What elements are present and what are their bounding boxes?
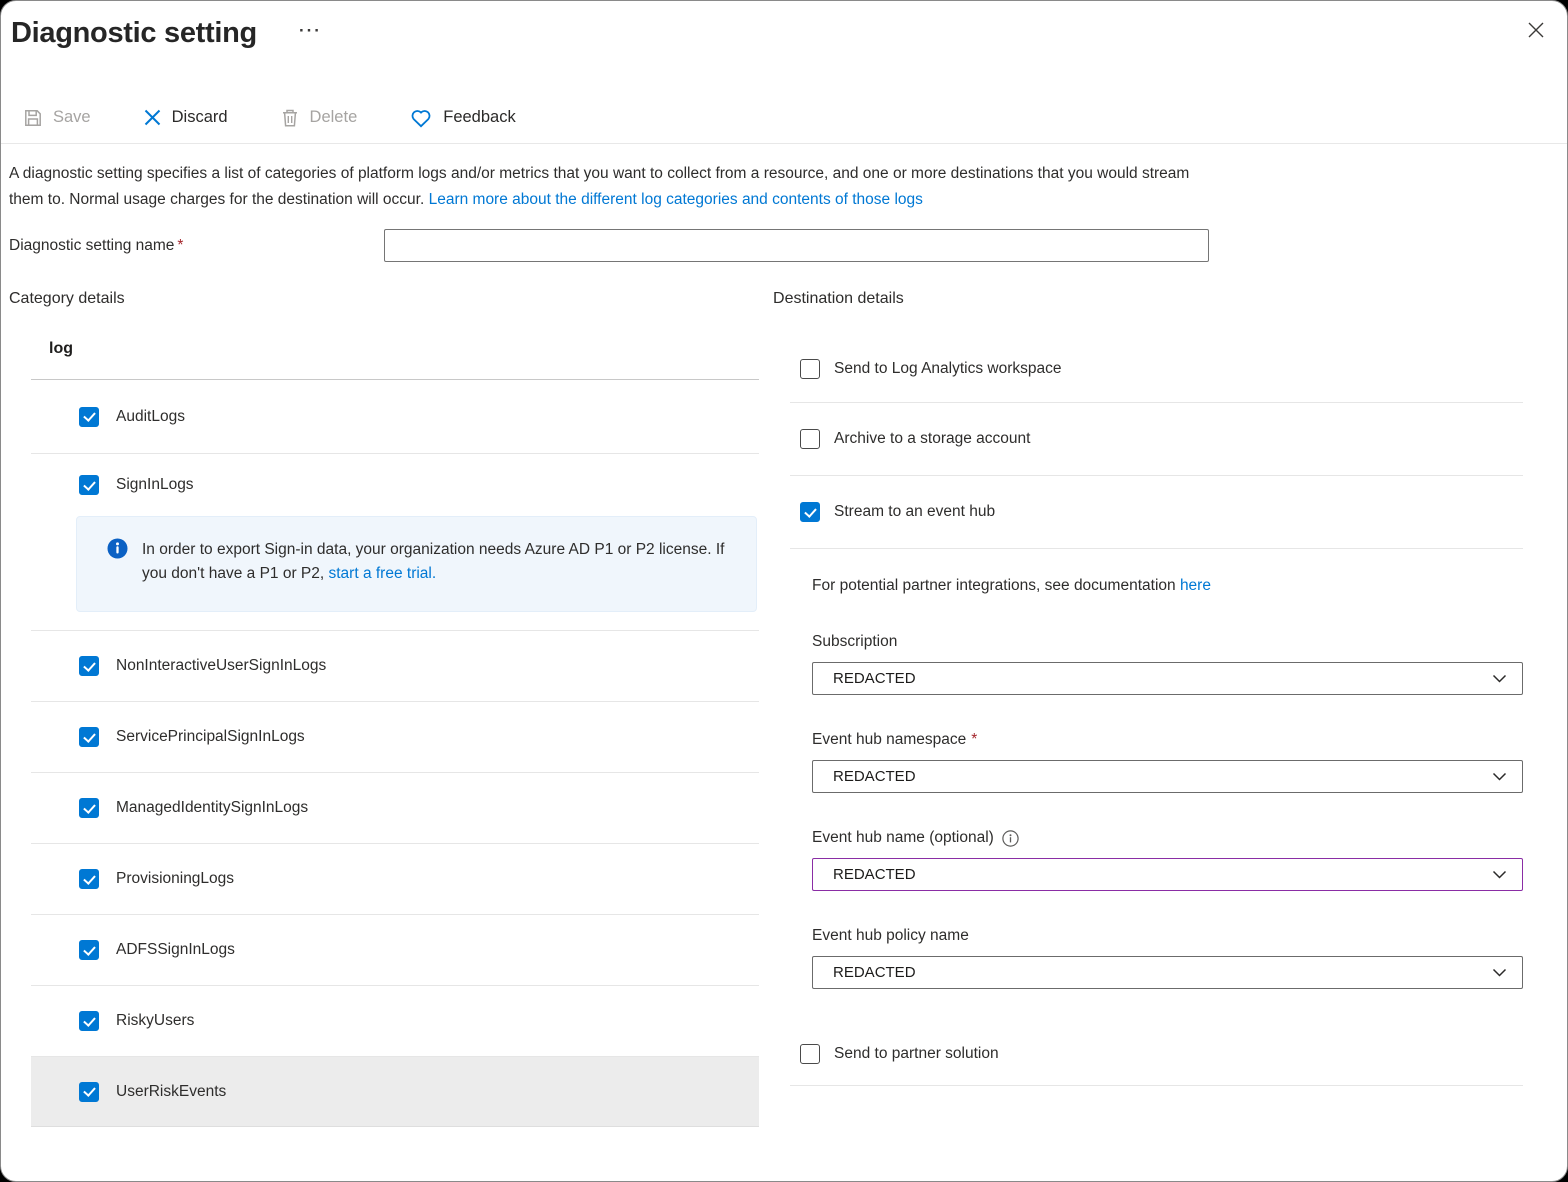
category-row-adfs[interactable]: ADFSSignInLogs [31,915,759,986]
category-row-managedidentity[interactable]: ManagedIdentitySignInLogs [31,773,759,844]
feedback-button[interactable]: Feedback [409,107,515,129]
intro-text: A diagnostic setting specifies a list of… [9,161,1204,213]
event-hub-policy-label: Event hub policy name [812,925,1523,947]
category-row-provisioning[interactable]: ProvisioningLogs [31,844,759,915]
managedidentitysigninlogs-checkbox[interactable] [79,798,99,818]
heart-icon [409,107,433,129]
serviceprincipalsigninlogs-checkbox[interactable] [79,727,99,747]
chevron-down-icon [1491,768,1508,785]
discard-icon [143,108,162,127]
save-label: Save [53,108,91,127]
required-asterisk: * [177,237,183,254]
delete-label: Delete [310,108,358,127]
destination-row-event-hub[interactable]: Stream to an event hub [790,476,1523,549]
partner-integrations-text: For potential partner integrations, see … [812,575,1523,597]
free-trial-link[interactable]: start a free trial. [329,565,437,582]
subscription-dropdown[interactable]: REDACTED [812,662,1523,695]
riskyusers-checkbox[interactable] [79,1011,99,1031]
destination-label: Archive to a storage account [834,430,1030,448]
name-field-row: Diagnostic setting name* [9,229,1567,262]
log-category-table: log AuditLogs SignInLogs In order to exp… [31,340,759,1127]
more-options-button[interactable]: ··· [299,21,322,41]
diagnostic-setting-blade: Diagnostic setting ··· Save Discard Dele… [0,0,1568,1182]
learn-more-link[interactable]: Learn more about the different log categ… [429,191,923,208]
category-row-userriskevents[interactable]: UserRiskEvents [31,1057,759,1127]
category-label: NonInteractiveUserSignInLogs [116,657,326,675]
category-row-serviceprincipal[interactable]: ServicePrincipalSignInLogs [31,702,759,773]
destination-label: Send to partner solution [834,1045,999,1063]
partner-solution-checkbox[interactable] [800,1044,820,1064]
event-hub-policy-dropdown[interactable]: REDACTED [812,956,1523,989]
chevron-down-icon [1491,866,1508,883]
category-label: ProvisioningLogs [116,870,234,888]
discard-label: Discard [172,108,228,127]
signin-export-info-banner: In order to export Sign-in data, your or… [76,516,757,612]
event-hub-name-value: REDACTED [833,866,916,883]
category-row-signinlogs[interactable]: SignInLogs [31,454,759,516]
info-outline-icon[interactable] [1002,830,1019,847]
event-hub-name-label: Event hub name (optional) [812,827,1523,849]
userriskevents-checkbox[interactable] [79,1082,99,1102]
diagnostic-setting-name-input[interactable] [384,229,1209,262]
category-label: SignInLogs [116,476,194,494]
category-label: ManagedIdentitySignInLogs [116,799,308,817]
destination-options: Send to Log Analytics workspace Archive … [790,336,1523,1086]
category-row-riskyusers[interactable]: RiskyUsers [31,986,759,1057]
chevron-down-icon [1491,670,1508,687]
delete-button[interactable]: Delete [280,108,358,128]
documentation-here-link[interactable]: here [1180,577,1211,594]
destination-row-storage-account[interactable]: Archive to a storage account [790,403,1523,476]
signinlogs-checkbox[interactable] [79,475,99,495]
info-banner-text: In order to export Sign-in data, your or… [142,538,732,593]
save-button[interactable]: Save [23,108,91,128]
close-icon [1525,19,1547,41]
category-row-auditlogs[interactable]: AuditLogs [31,380,759,454]
auditlogs-checkbox[interactable] [79,407,99,427]
subscription-label: Subscription [812,631,1523,653]
provisioninglogs-checkbox[interactable] [79,869,99,889]
trash-icon [280,108,300,128]
noninteractiveusersigninlogs-checkbox[interactable] [79,656,99,676]
info-icon [107,538,128,593]
storage-account-checkbox[interactable] [800,429,820,449]
toolbar-divider [1,143,1567,144]
destination-details-section: Destination details Send to Log Analytic… [773,288,1567,1127]
category-details-section: Category details log AuditLogs SignInLog… [1,288,773,1127]
subscription-value: REDACTED [833,670,916,687]
event-hub-name-dropdown[interactable]: REDACTED [812,858,1523,891]
event-hub-namespace-value: REDACTED [833,768,916,785]
event-hub-policy-value: REDACTED [833,964,916,981]
feedback-label: Feedback [443,108,515,127]
page-title: Diagnostic setting [11,13,257,53]
required-asterisk: * [971,729,977,751]
log-analytics-checkbox[interactable] [800,359,820,379]
category-details-title: Category details [1,288,773,310]
discard-button[interactable]: Discard [143,108,228,127]
adfssigninlogs-checkbox[interactable] [79,940,99,960]
name-field-label: Diagnostic setting name* [9,237,384,255]
blade-header: Diagnostic setting ··· [1,1,1567,53]
save-icon [23,108,43,128]
event-hub-namespace-dropdown[interactable]: REDACTED [812,760,1523,793]
destination-label: Stream to an event hub [834,503,995,521]
category-label: ADFSSignInLogs [116,941,235,959]
command-bar: Save Discard Delete Feedback [23,99,1567,136]
destination-label: Send to Log Analytics workspace [834,360,1061,378]
event-hub-checkbox[interactable] [800,502,820,522]
event-hub-config-panel: For potential partner integrations, see … [790,575,1523,989]
log-column-header: log [31,340,759,380]
destination-details-title: Destination details [773,288,1567,310]
category-label: AuditLogs [116,408,185,426]
close-button[interactable] [1525,19,1547,41]
chevron-down-icon [1491,964,1508,981]
destination-row-partner-solution[interactable]: Send to partner solution [790,1022,1523,1086]
destination-row-log-analytics[interactable]: Send to Log Analytics workspace [790,336,1523,403]
category-row-noninteractive[interactable]: NonInteractiveUserSignInLogs [31,631,759,702]
category-label: UserRiskEvents [116,1083,226,1101]
event-hub-namespace-label: Event hub namespace* [812,729,1523,751]
category-label: RiskyUsers [116,1012,194,1030]
category-label: ServicePrincipalSignInLogs [116,728,305,746]
